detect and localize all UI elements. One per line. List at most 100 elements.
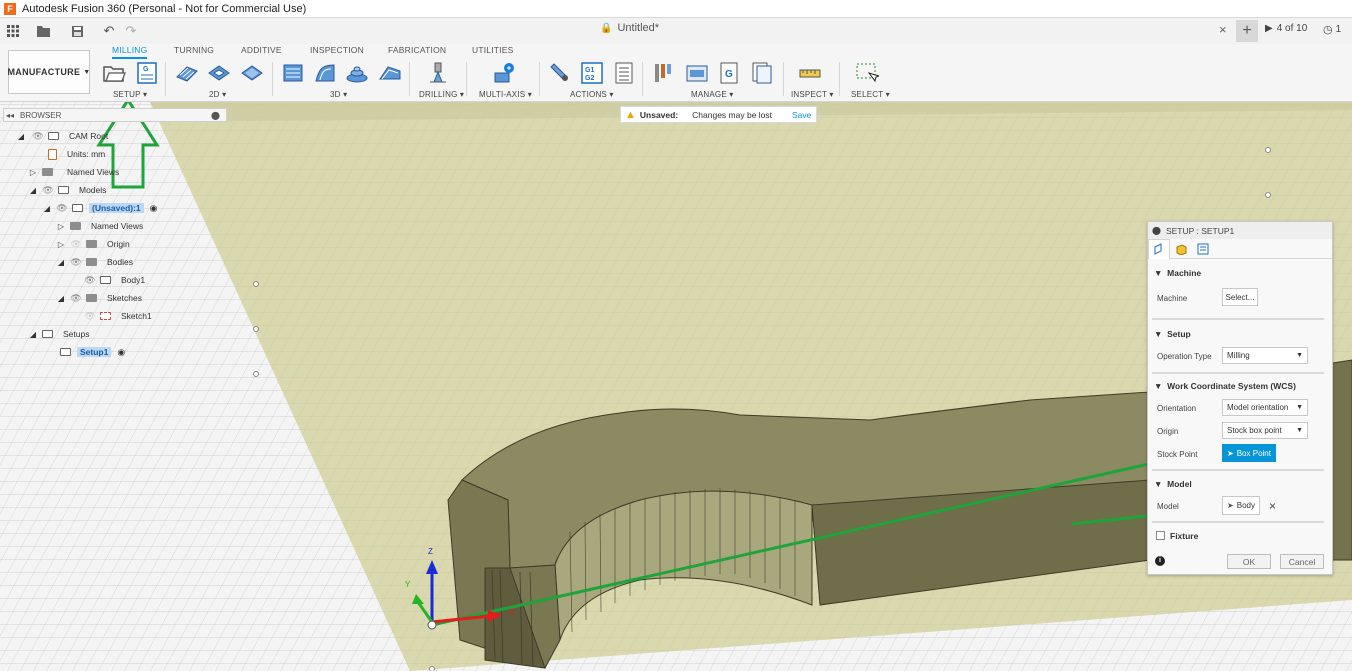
multi-axis-icon[interactable] (492, 61, 516, 85)
visibility-eye-icon[interactable]: 👁 (56, 203, 68, 214)
visibility-eye-hidden-icon[interactable]: 👁 (84, 311, 96, 322)
tool-library-icon[interactable] (653, 61, 677, 85)
3d-scallop-icon[interactable] (378, 61, 402, 85)
clear-selection-icon[interactable]: × (1269, 499, 1276, 513)
radio-active-icon[interactable]: ◉ (150, 203, 158, 214)
measure-icon[interactable] (798, 61, 822, 85)
setup-tab[interactable] (1148, 238, 1170, 259)
stock-tab[interactable] (1170, 239, 1192, 259)
group-actions-label[interactable]: ACTIONS ▾ (570, 90, 614, 99)
expand-triangle-icon[interactable]: ◢ (28, 330, 38, 339)
model-body-button[interactable]: ➤ Body (1222, 496, 1260, 515)
expand-triangle-icon[interactable]: ◢ (56, 258, 66, 267)
tree-item-cam-root[interactable]: ◢ 👁 CAM Root (16, 128, 108, 144)
tab-turning[interactable]: TURNING (174, 45, 214, 55)
tree-item-unsaved-component[interactable]: ◢ 👁 (Unsaved):1 ◉ (42, 200, 158, 216)
drill-icon[interactable] (426, 61, 450, 85)
cancel-button[interactable]: Cancel (1280, 554, 1324, 569)
setup-sheet-icon[interactable]: G (135, 61, 159, 85)
box-point-button[interactable]: ➤ Box Point (1222, 444, 1276, 462)
visibility-eye-hidden-icon[interactable]: 👁 (70, 239, 82, 250)
tab-utilities[interactable]: UTILITIES (472, 45, 513, 55)
expand-triangle-icon[interactable]: ▷ (28, 168, 38, 177)
group-2d-label[interactable]: 2D ▾ (209, 90, 226, 99)
operation-type-select[interactable]: Milling ▼ (1222, 347, 1308, 364)
visibility-eye-icon[interactable]: 👁 (84, 275, 96, 286)
tree-item-sketches[interactable]: ◢ 👁 Sketches (56, 290, 142, 306)
data-panel-grid-icon[interactable] (2, 20, 24, 42)
post-process-g1g2-icon[interactable]: G1G2 (580, 61, 604, 85)
info-icon[interactable]: i (1155, 556, 1165, 566)
fixture-checkbox[interactable] (1156, 531, 1165, 540)
file-menu-icon[interactable] (32, 20, 54, 42)
section-model-header[interactable]: ▼ Model (1154, 479, 1192, 489)
tab-fabrication[interactable]: FABRICATION (388, 45, 446, 55)
expand-triangle-icon[interactable]: ▷ (56, 222, 66, 231)
group-manage-label[interactable]: MANAGE ▾ (691, 90, 734, 99)
group-multi-axis-label[interactable]: MULTI-AXIS ▾ (479, 90, 532, 99)
visibility-eye-icon[interactable]: 👁 (32, 131, 44, 142)
tree-item-units[interactable]: Units: mm (44, 146, 105, 162)
redo-icon[interactable]: ↷ (120, 20, 142, 42)
3d-pocket-icon[interactable] (313, 61, 337, 85)
group-setup-label[interactable]: SETUP ▾ (113, 90, 147, 99)
job-status[interactable]: ▶ 4 of 10 (1265, 23, 1307, 34)
tree-item-named-views-2[interactable]: ▷ Named Views (56, 218, 143, 234)
tree-item-models[interactable]: ◢ 👁 Models (28, 182, 106, 198)
3d-contour-icon[interactable] (345, 61, 369, 85)
section-setup-header[interactable]: ▼ Setup (1154, 329, 1191, 339)
tree-item-setups[interactable]: ◢ Setups (28, 326, 90, 342)
expand-triangle-icon[interactable]: ◢ (16, 132, 26, 141)
tree-item-body1[interactable]: 👁 Body1 (84, 272, 145, 288)
save-icon[interactable] (66, 20, 88, 42)
new-tab-icon[interactable]: + (1236, 20, 1258, 42)
2d-pocket-icon[interactable] (207, 61, 231, 85)
tree-item-origin[interactable]: ▷ 👁 Origin (56, 236, 130, 252)
tree-item-named-views[interactable]: ▷ Named Views (28, 164, 119, 180)
group-select-label[interactable]: SELECT ▾ (851, 90, 890, 99)
browser-pin-icon[interactable]: ⬤ (211, 111, 220, 120)
dialog-header[interactable]: ⬤ SETUP : SETUP1 (1148, 222, 1332, 239)
expand-triangle-icon[interactable]: ▷ (56, 240, 66, 249)
dialog-collapse-icon[interactable]: ⬤ (1152, 226, 1161, 235)
machine-library-icon[interactable] (685, 61, 709, 85)
section-wcs-header[interactable]: ▼ Work Coordinate System (WCS) (1154, 381, 1296, 391)
section-machine-header[interactable]: ▼ Machine (1154, 268, 1201, 278)
template-library-icon[interactable] (750, 61, 774, 85)
collapse-left-icon[interactable]: ◂◂ (6, 111, 14, 120)
tab-milling[interactable]: MILLING (112, 45, 148, 59)
workspace-switcher[interactable]: MANUFACTURE ▼ (7, 50, 90, 94)
save-link[interactable]: Save (792, 110, 811, 120)
3d-adaptive-icon[interactable] (281, 61, 305, 85)
new-setup-folder-icon[interactable] (102, 61, 126, 85)
tab-additive[interactable]: ADDITIVE (241, 45, 282, 55)
document-tab[interactable]: 🔒 Untitled* (600, 22, 659, 34)
expand-triangle-icon[interactable]: ◢ (56, 294, 66, 303)
tree-item-bodies[interactable]: ◢ 👁 Bodies (56, 254, 133, 270)
radio-active-icon[interactable]: ◉ (117, 347, 125, 358)
post-process-tab[interactable] (1192, 239, 1214, 259)
ok-button[interactable]: OK (1227, 554, 1271, 569)
machine-select-button[interactable]: Select... (1222, 288, 1258, 306)
tab-inspection[interactable]: INSPECTION (310, 45, 364, 55)
undo-icon[interactable]: ↶ (98, 20, 120, 42)
orientation-select[interactable]: Model orientation ▼ (1222, 399, 1308, 416)
browser-header[interactable]: ◂◂ BROWSER ⬤ (3, 108, 227, 122)
expand-triangle-icon[interactable]: ◢ (42, 204, 52, 213)
setup-sheet-list-icon[interactable] (612, 61, 636, 85)
select-window-icon[interactable] (855, 61, 879, 85)
group-3d-label[interactable]: 3D ▾ (330, 90, 347, 99)
2d-adaptive-icon[interactable] (175, 61, 199, 85)
visibility-eye-icon[interactable]: 👁 (70, 257, 82, 268)
simulate-icon[interactable] (548, 61, 572, 85)
notifications[interactable]: ◷ 1 (1323, 23, 1341, 36)
group-inspect-label[interactable]: INSPECT ▾ (791, 90, 834, 99)
origin-select[interactable]: Stock box point ▼ (1222, 422, 1308, 439)
close-document-icon[interactable]: × (1219, 22, 1227, 37)
tree-item-sketch1[interactable]: 👁 Sketch1 (84, 308, 151, 324)
visibility-eye-icon[interactable]: 👁 (42, 185, 54, 196)
expand-triangle-icon[interactable]: ◢ (28, 186, 38, 195)
face-icon[interactable] (240, 61, 264, 85)
post-library-icon[interactable]: G (718, 61, 742, 85)
tree-item-setup1[interactable]: Setup1 ◉ (56, 344, 125, 360)
